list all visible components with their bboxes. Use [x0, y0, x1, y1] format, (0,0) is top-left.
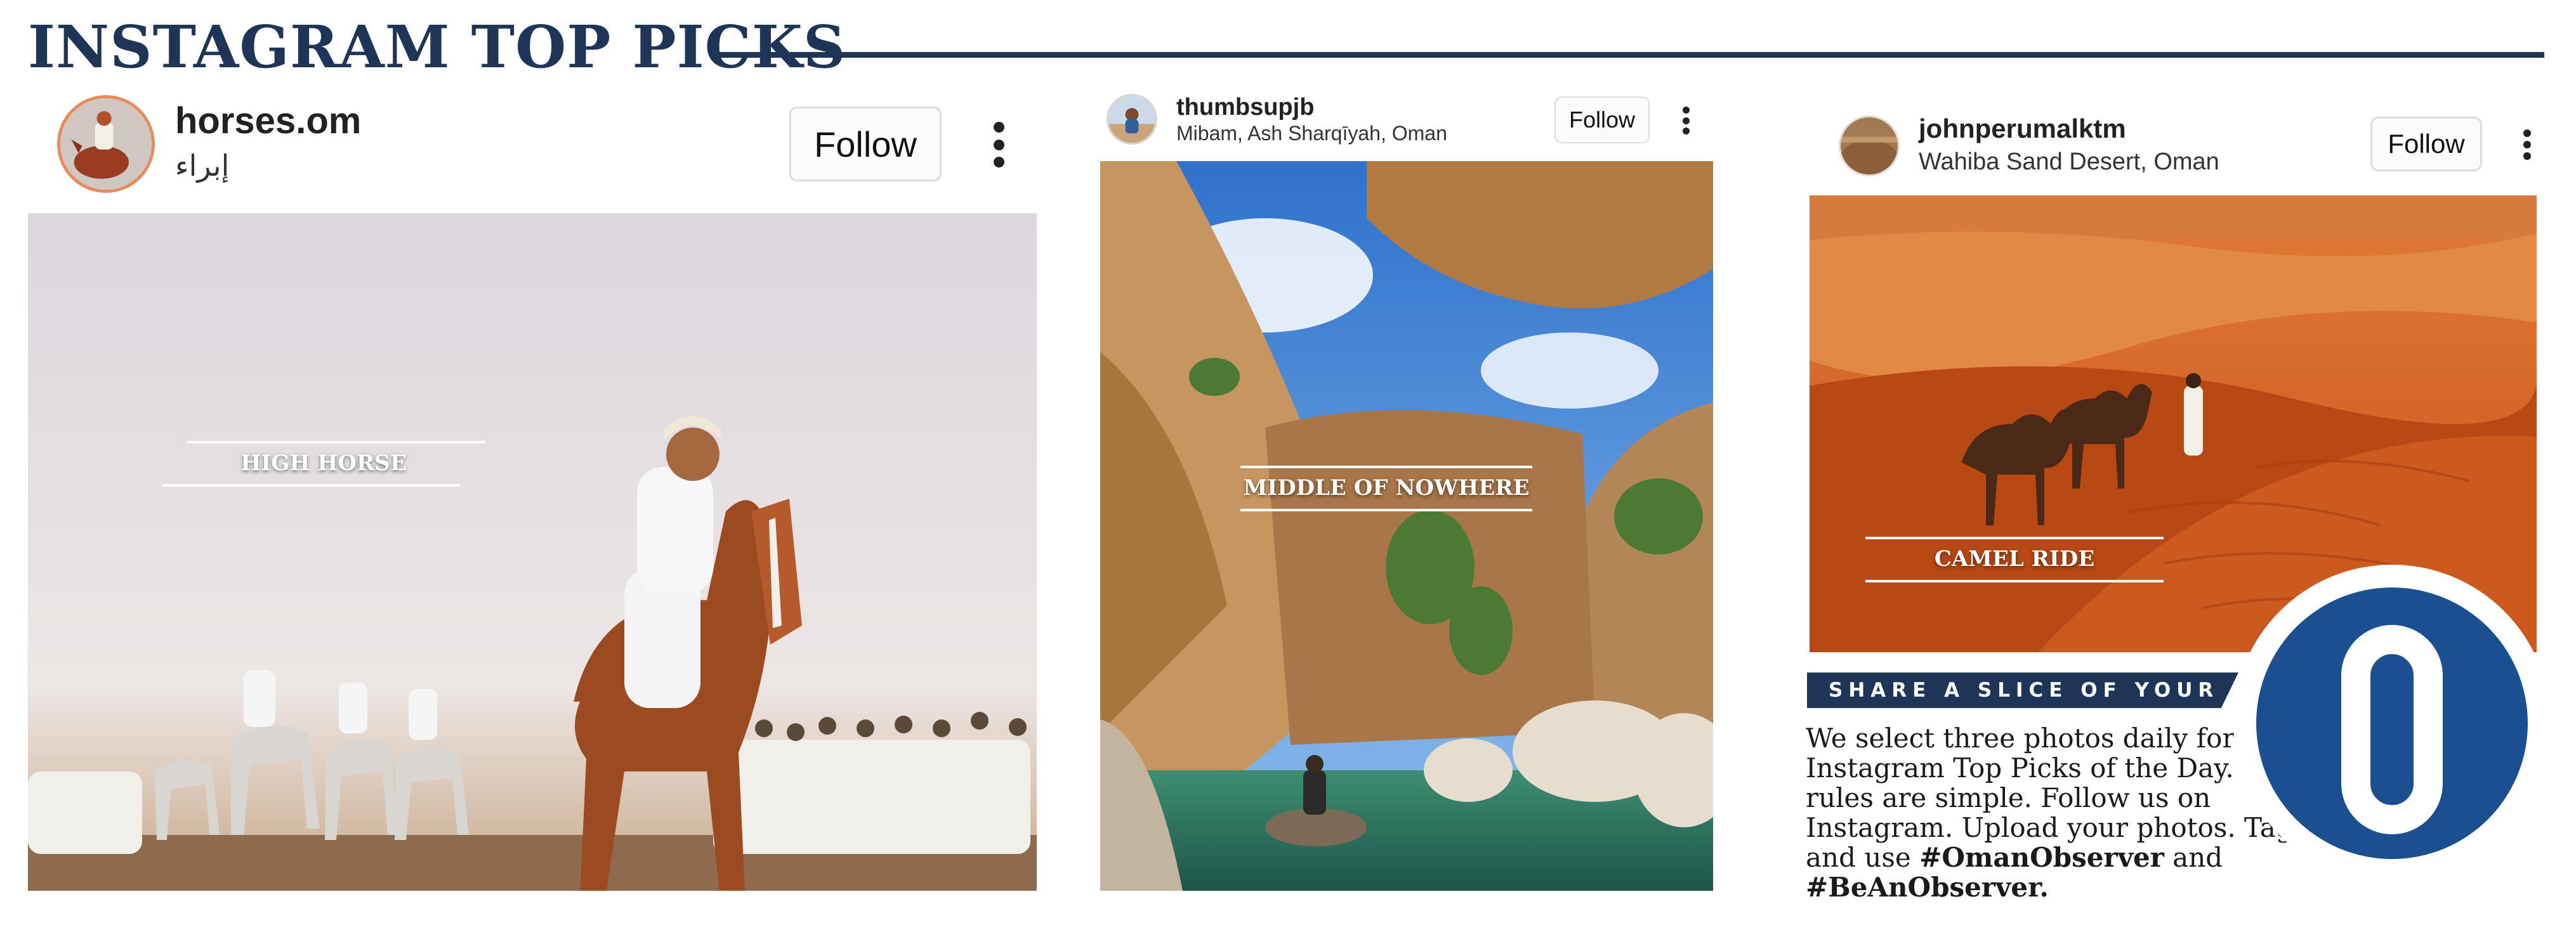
post-username[interactable]: thumbsupjb [1176, 95, 1314, 119]
caption-text: HIGH HORSE [240, 450, 407, 476]
avatar[interactable] [1839, 115, 1900, 176]
photo-caption: MIDDLE OF NOWHERE [1234, 466, 1539, 511]
post-username[interactable]: johnperumalktm [1919, 115, 2126, 142]
more-vertical-icon[interactable] [1681, 107, 1690, 135]
post-username[interactable]: horses.om [175, 103, 361, 140]
promo-joiner: and [2164, 842, 2223, 873]
avatar-image [1108, 96, 1155, 143]
avatar-image [1841, 117, 1898, 174]
avatar-image [60, 98, 152, 190]
more-vertical-icon[interactable] [2523, 129, 2532, 160]
photo-caption: HIGH HORSE [159, 441, 489, 487]
post-photo[interactable] [1100, 161, 1713, 891]
avatar[interactable] [1107, 94, 1157, 145]
header-rule [716, 52, 2544, 58]
hashtag-be-an-observer: #BeAnObserver. [1806, 872, 2049, 903]
page-title: INSTAGRAM TOP PICKS [28, 13, 846, 81]
follow-button[interactable]: Follow [789, 107, 942, 181]
post-photo[interactable] [28, 213, 1037, 891]
observer-logo-letter [2341, 625, 2443, 834]
caption-text: MIDDLE OF NOWHERE [1243, 475, 1530, 501]
follow-button[interactable]: Follow [2370, 117, 2482, 171]
caption-text: CAMEL RIDE [1934, 546, 2095, 572]
slice-banner-text: SHARE A SLICE OF YOUR LIFE [1829, 679, 2301, 702]
hashtag-oman-observer: #OmanObserver [1919, 842, 2164, 873]
more-vertical-icon[interactable] [991, 122, 1006, 167]
post-location[interactable]: Mibam, Ash Sharqīyah, Oman [1176, 123, 1447, 143]
avatar[interactable] [57, 95, 155, 193]
post-location[interactable]: إبراء [175, 151, 229, 180]
photo-caption: CAMEL RIDE [1862, 537, 2167, 582]
follow-button[interactable]: Follow [1554, 96, 1650, 143]
post-location[interactable]: Wahiba Sand Desert, Oman [1919, 150, 2219, 174]
slice-banner: SHARE A SLICE OF YOUR LIFE [1807, 673, 2238, 708]
